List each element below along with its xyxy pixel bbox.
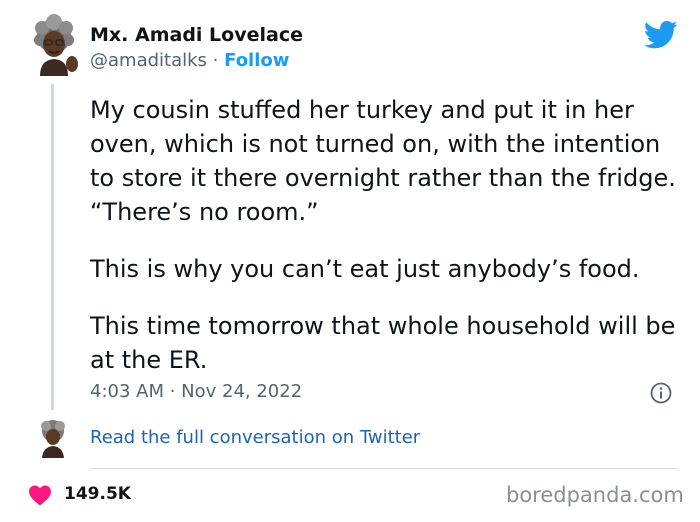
- footer-divider: [90, 468, 678, 469]
- author-handle-row: @amaditalks · Follow: [90, 50, 289, 71]
- follow-button[interactable]: Follow: [224, 50, 289, 71]
- tweet-paragraph: My cousin stuffed her turkey and put it …: [90, 96, 676, 226]
- tweet-paragraph: This time tomorrow that whole household …: [90, 312, 676, 374]
- watermark: boredpanda.com: [506, 483, 684, 507]
- author-handle[interactable]: @amaditalks: [90, 50, 207, 71]
- thread-line: [51, 84, 54, 410]
- author-avatar[interactable]: [30, 14, 80, 76]
- tweet-text: My cousin stuffed her turkey and put it …: [90, 93, 680, 400]
- twitter-bird-icon[interactable]: [644, 20, 678, 50]
- tweet-timestamp[interactable]: 4:03 AM · Nov 24, 2022: [90, 381, 302, 402]
- like-count[interactable]: 149.5K: [64, 484, 131, 504]
- read-conversation-link[interactable]: Read the full conversation on Twitter: [90, 427, 420, 448]
- info-icon[interactable]: [650, 382, 672, 404]
- heart-icon[interactable]: [28, 484, 52, 506]
- handle-separator: ·: [212, 50, 219, 71]
- author-display-name[interactable]: Mx. Amadi Lovelace: [90, 24, 303, 46]
- tweet-paragraph: This is why you can’t eat just anybody’s…: [90, 255, 640, 283]
- small-author-avatar: [41, 420, 65, 458]
